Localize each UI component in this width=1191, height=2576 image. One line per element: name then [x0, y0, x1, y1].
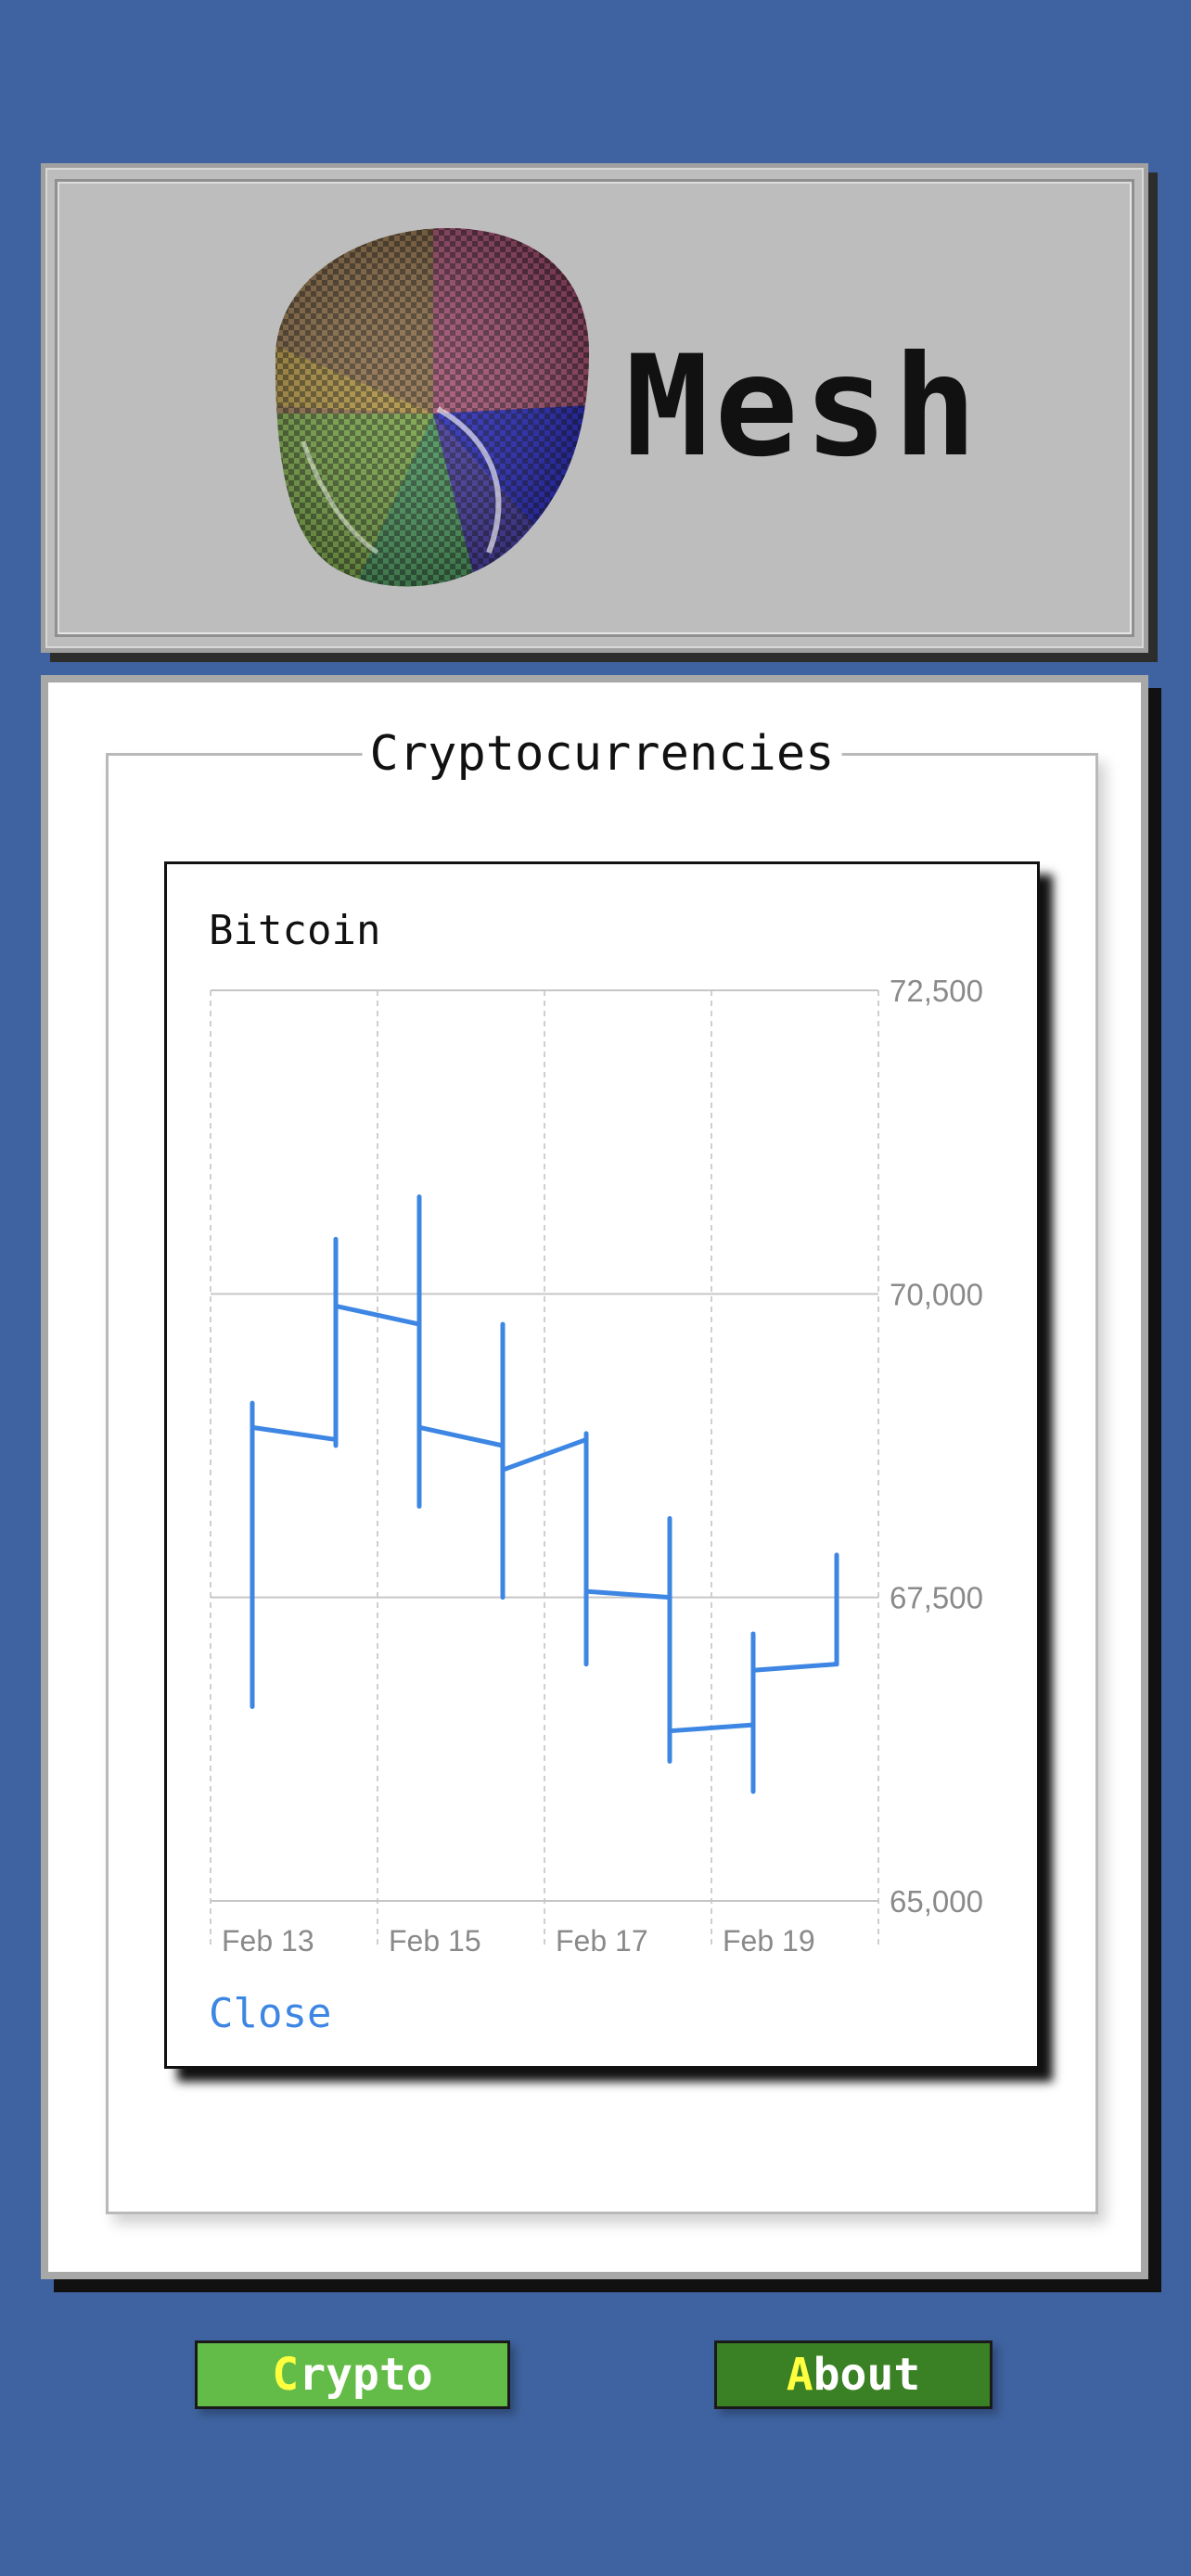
x-tick-label: Feb 17 [556, 1924, 648, 1958]
bitcoin-chart: 72,500 70,000 67,500 65,000 Feb 13 Feb 15 Feb … [210, 974, 983, 1958]
header-inner-frame: Mesh [55, 179, 1134, 637]
crypto-label-first-letter: C [272, 2349, 300, 2401]
x-tick-label: Feb 15 [389, 1924, 481, 1958]
y-tick-label: 65,000 [890, 1884, 983, 1919]
y-tick-label: 70,000 [890, 1277, 983, 1311]
crypto-nav-button[interactable]: Crypto [195, 2340, 510, 2409]
about-label-rest: bout [813, 2349, 921, 2401]
y-tick-label: 67,500 [890, 1581, 983, 1615]
mesh-torus-logo-icon [275, 227, 590, 587]
y-tick-label: 72,500 [890, 974, 983, 1008]
ohlc-bar-open-close [750, 1662, 839, 1673]
x-tick-label: Feb 19 [723, 1924, 815, 1958]
chart-card: Bitcoin 72,500 70,000 67,500 65,000 Feb 13 Fe… [164, 861, 1040, 2069]
about-nav-button[interactable]: About [714, 2340, 992, 2409]
section-title: Cryptocurrencies [362, 726, 842, 782]
main-panel: Cryptocurrencies Bitcoin 72,500 70,000 67,… [41, 675, 1148, 2279]
cryptocurrencies-section: Cryptocurrencies Bitcoin 72,500 70,000 67,… [106, 726, 1098, 2214]
ohlc-bar-open-close [250, 1424, 339, 1442]
about-label-first-letter: A [786, 2349, 813, 2401]
ohlc-bar-open-close [667, 1722, 756, 1734]
crypto-label-rest: rypto [299, 2349, 433, 2401]
ohlc-bar-open-close [416, 1424, 506, 1448]
header-panel: Mesh [41, 163, 1148, 653]
x-tick-label: Feb 13 [222, 1924, 314, 1958]
app-title: Mesh [625, 326, 983, 488]
close-button[interactable]: Close [209, 1990, 331, 2038]
